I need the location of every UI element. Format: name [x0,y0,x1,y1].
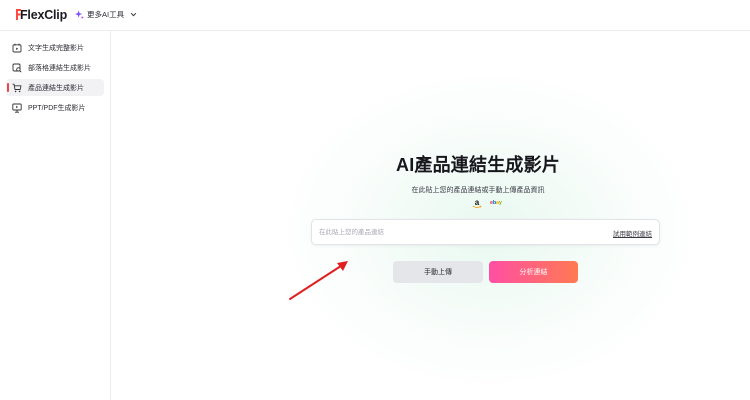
product-url-box: 試用範例連結 [311,219,660,245]
sidebar-active-indicator [7,83,9,92]
sidebar-item-label: 產品連結生成影片 [28,84,84,92]
amazon-icon: a [472,198,482,208]
sparkle-icon [75,10,84,19]
manual-upload-button[interactable]: 手動上傳 [393,261,483,283]
logo-text: FlexClip [20,8,68,22]
page-subtitle: 在此貼上您的產品連結或手動上傳產品資訊 [411,187,545,194]
svg-text:a: a [475,198,480,207]
ebay-icon: ebay [490,200,502,206]
cart-icon [12,83,22,92]
red-arrow-annotation [289,261,348,300]
sidebar-item-blog-to-video[interactable]: 部落格連結生成影片 [6,59,104,76]
sidebar-item-label: 部落格連結生成影片 [28,64,91,72]
try-sample-link[interactable]: 試用範例連結 [613,228,652,238]
page-title: AI產品連結生成影片 [396,155,560,175]
analyze-link-button[interactable]: 分析連結 [489,261,578,283]
more-ai-tools-menu[interactable]: 更多AI工具 [75,9,137,20]
product-url-input[interactable] [319,226,579,239]
app-window: FlexClip 更多AI工具 文字生成完整影片 部落格連結生成影片 產品連結生… [0,0,750,400]
calendar-video-icon [12,43,22,52]
top-header: FlexClip 更多AI工具 [0,0,750,31]
sidebar: 文字生成完整影片 部落格連結生成影片 產品連結生成影片 PPT/PDF生成影片 [0,31,111,400]
sidebar-item-text-to-video[interactable]: 文字生成完整影片 [6,39,104,56]
flexclip-logo[interactable]: FlexClip [15,7,67,23]
supported-brands: a ebay [472,197,502,209]
ebay-letter: y [498,200,502,206]
sidebar-item-product-to-video[interactable]: 產品連結生成影片 [6,79,104,96]
flexclip-logo-icon [16,9,21,20]
sidebar-item-label: PPT/PDF生成影片 [28,104,86,112]
sidebar-item-ppt-pdf-to-video[interactable]: PPT/PDF生成影片 [6,99,104,116]
sidebar-item-label: 文字生成完整影片 [28,44,84,52]
presentation-icon [12,103,22,113]
link-search-icon [12,63,22,73]
more-ai-tools-label: 更多AI工具 [87,10,125,19]
chevron-down-icon [130,12,137,17]
